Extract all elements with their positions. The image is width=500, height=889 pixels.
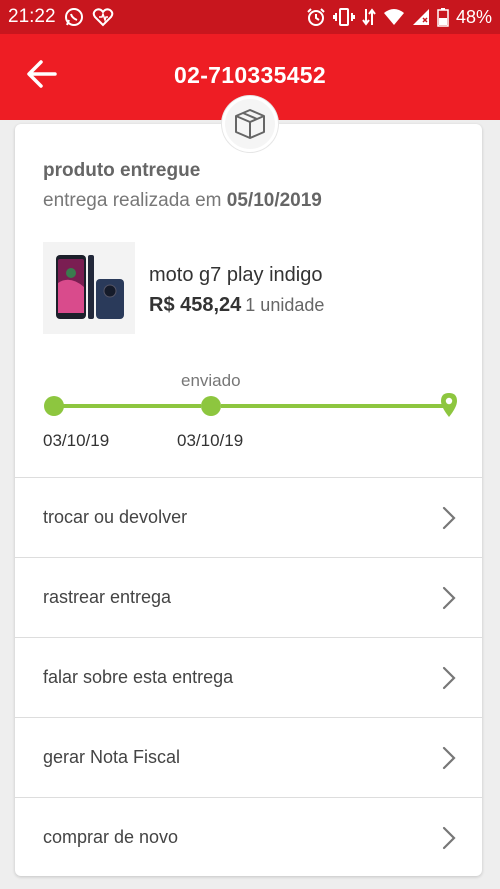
menu-item-label: falar sobre esta entrega [43, 667, 234, 687]
battery-icon [437, 7, 449, 27]
chevron-right-icon [442, 746, 456, 770]
delivery-date: 05/10/2019 [226, 190, 322, 211]
timeline-dot-middle [201, 396, 221, 416]
delivery-timeline: enviado 03/10/19 03/10/19 [15, 364, 482, 464]
product-price: R$ 458,24 [149, 294, 242, 316]
data-arrows-icon [362, 7, 376, 27]
box-icon [222, 96, 278, 152]
location-pin-icon [440, 392, 458, 423]
product-image[interactable] [43, 242, 135, 334]
timeline-date-start: 03/10/19 [43, 431, 110, 450]
chevron-right-icon [442, 506, 456, 530]
product-name: moto g7 play indigo [149, 264, 323, 286]
heart-notification-icon [92, 7, 114, 27]
timeline-label: enviado [181, 371, 241, 390]
whatsapp-icon [64, 7, 84, 27]
menu-item-label: gerar Nota Fiscal [43, 747, 181, 767]
vibrate-icon [332, 7, 355, 27]
menu-item-talk-about-delivery[interactable]: falar sobre esta entrega [15, 637, 482, 717]
menu-item-buy-again[interactable]: comprar de novo [15, 797, 482, 877]
product-quantity: 1 unidade [245, 295, 325, 315]
menu-item-label: comprar de novo [43, 827, 179, 847]
menu-item-generate-invoice[interactable]: gerar Nota Fiscal [15, 717, 482, 797]
timeline-segment [53, 404, 201, 408]
chevron-right-icon [442, 826, 456, 850]
menu-item-label: rastrear entrega [43, 587, 172, 607]
product-price-row: R$ 458,24 1 unidade [149, 294, 324, 317]
order-actions-menu: trocar ou devolver rastrear entrega fala… [15, 477, 482, 877]
phone-image-icon [56, 255, 124, 319]
menu-item-track-delivery[interactable]: rastrear entrega [15, 557, 482, 637]
wifi-icon [383, 8, 405, 26]
delivery-prefix: entrega realizada em [43, 190, 222, 211]
alarm-icon [306, 7, 326, 27]
signal-icon [412, 8, 430, 26]
menu-item-exchange-return[interactable]: trocar ou devolver [15, 477, 482, 557]
delivery-status-title: produto entregue [43, 160, 201, 181]
chevron-right-icon [442, 586, 456, 610]
timeline-segment [221, 404, 443, 408]
order-number-title: 02-710335452 [174, 62, 326, 88]
battery-percent: 48% [455, 6, 492, 27]
timeline-dot-start [44, 396, 64, 416]
chevron-right-icon [442, 666, 456, 690]
menu-item-label: trocar ou devolver [43, 507, 188, 527]
delivery-status-subtitle: entrega realizada em 05/10/2019 [43, 190, 322, 212]
timeline-date-middle: 03/10/19 [177, 431, 244, 450]
status-time: 21:22 [8, 6, 56, 27]
order-card: produto entregue entrega realizada em 05… [15, 124, 482, 876]
status-bar: 21:22 48% [0, 0, 500, 34]
